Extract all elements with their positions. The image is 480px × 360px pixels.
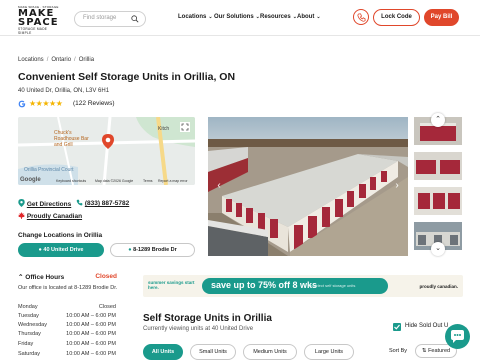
facility-photo-main[interactable]: ‹ ›	[208, 117, 408, 256]
chat-bubble-icon	[451, 330, 464, 343]
tab-small-units[interactable]: Small Units	[190, 344, 236, 360]
promo-deal-text: save up to 75% off 8 wks	[211, 280, 318, 290]
nav-locations[interactable]: Locations ⌄	[178, 14, 213, 20]
maple-leaf-icon	[18, 212, 25, 219]
promo-deal-subtext: on select self storage units	[308, 283, 356, 288]
map-terms[interactable]: Terms	[143, 179, 153, 183]
map-keyboard-shortcuts[interactable]: Keyboard shortcuts	[56, 179, 86, 183]
photo-thumbnail[interactable]	[414, 187, 462, 215]
proudly-canadian-label: Proudly Canadian	[26, 213, 83, 220]
nav-about[interactable]: About ⌄	[297, 14, 321, 20]
location-option-brodie-dr[interactable]: ● 8-1289 Brodie Dr	[110, 243, 195, 257]
chevron-down-icon: ⌄	[208, 14, 213, 20]
google-icon	[18, 100, 26, 108]
chat-button[interactable]	[445, 324, 470, 349]
office-hours-heading[interactable]: ⌃ Office Hours	[18, 273, 64, 281]
checkbox-checked-icon	[393, 323, 401, 331]
nav-resources[interactable]: Resources ⌄	[260, 14, 297, 20]
hours-day: Wednesday	[18, 322, 47, 328]
tab-all-units[interactable]: All Units	[143, 344, 183, 360]
proudly-canadian-link[interactable]: Proudly Canadian	[18, 212, 82, 220]
hours-day: Monday	[18, 304, 38, 310]
logo-tagline: STORAGE MADE SIMPLE	[18, 27, 48, 35]
map-pin-icon[interactable]	[102, 134, 114, 149]
sort-by-label: Sort By	[389, 348, 408, 354]
phone-icon	[357, 13, 366, 22]
pay-bill-button[interactable]: Pay Bill	[424, 9, 459, 26]
office-hours-title: Office Hours	[25, 274, 65, 281]
hours-time: Closed	[98, 304, 116, 310]
location-option-label: 40 United Drive	[43, 247, 84, 253]
phone-link[interactable]: (833) 887-5782	[76, 199, 129, 207]
site-header: MAKE SPACE · STORAGE MAKE SPACE STORAGE …	[0, 0, 480, 36]
lock-code-button[interactable]: Lock Code	[373, 9, 420, 26]
hours-time: 10:00 AM – 6:00 PM	[66, 351, 116, 357]
review-count[interactable]: (122 Reviews)	[73, 100, 115, 107]
phone-icon	[76, 199, 83, 206]
location-option-label: 8-1289 Brodie Dr	[133, 247, 177, 253]
tab-large-units[interactable]: Large Units	[304, 344, 354, 360]
status-badge: Closed	[95, 273, 117, 280]
nav-resources-label: Resources	[260, 14, 291, 20]
nav-our-solutions[interactable]: Our Solutions ⌄	[214, 14, 260, 20]
map-place-label: Chuck's Roadhouse Bar and Grill	[54, 130, 89, 148]
photo-next-arrow-icon[interactable]: ›	[390, 179, 404, 193]
logo-main-line2: SPACE	[18, 17, 59, 28]
facility-address: 40 United Dr, Orillia, ON, L3V 6H1	[18, 88, 110, 94]
thumbnail-up-arrow-icon[interactable]: ⌃	[431, 113, 445, 127]
map-data-credit: Map data ©2026 Google	[95, 179, 134, 183]
map-place-label: Kitch	[158, 126, 170, 132]
location-option-40-united-drive[interactable]: ● 40 United Drive	[18, 243, 104, 257]
get-directions-label: Get Directions	[26, 201, 72, 208]
photo-thumbnail[interactable]	[414, 152, 462, 180]
hours-day: Friday	[18, 341, 34, 347]
fullscreen-icon[interactable]	[180, 122, 190, 132]
breadcrumb: Locations / Ontario / Orillia	[18, 57, 95, 63]
photo-prev-arrow-icon[interactable]: ‹	[212, 179, 226, 193]
phone-button[interactable]	[353, 9, 369, 25]
units-section-subtitle: Currently viewing units at 40 United Dri…	[143, 326, 254, 332]
hours-time: 10:00 AM – 6:00 PM	[66, 322, 116, 328]
search-input[interactable]: Find storage	[74, 11, 146, 27]
search-placeholder: Find storage	[83, 15, 117, 21]
tab-medium-units[interactable]: Medium Units	[243, 344, 297, 360]
location-map[interactable]: Chuck's Roadhouse Bar and Grill Kitch Or…	[18, 117, 195, 185]
nav-locations-label: Locations	[178, 14, 207, 20]
promo-banner[interactable]: summer savings start here. save up to 75…	[143, 275, 463, 297]
phone-number: (833) 887-5782	[84, 200, 130, 207]
thumbnail-down-arrow-icon[interactable]: ⌄	[431, 242, 445, 256]
hours-time: 10:00 AM – 6:00 PM	[66, 331, 116, 337]
hide-sold-out-label: Hide Sold Out U	[405, 323, 449, 329]
hours-day: Tuesday	[18, 313, 39, 319]
search-icon[interactable]	[131, 15, 139, 23]
nav-about-label: About	[297, 14, 315, 20]
chevron-down-icon: ⌄	[316, 14, 321, 20]
location-pin-icon	[18, 199, 25, 207]
get-directions-link[interactable]: Get Directions	[18, 199, 71, 208]
breadcrumb-orillia: Orillia	[78, 57, 95, 63]
breadcrumb-locations[interactable]: Locations	[18, 57, 44, 63]
google-map-logo: Google	[20, 177, 41, 183]
hours-day: Saturday	[18, 351, 41, 357]
hours-time: 10:00 AM – 6:00 PM	[66, 341, 116, 347]
logo[interactable]: MAKE SPACE · STORAGE MAKE SPACE STORAGE …	[18, 5, 60, 35]
hours-time: 10:00 AM – 6:00 PM	[66, 313, 116, 319]
promo-proudly-canadian: proudly canadian.	[419, 284, 458, 289]
map-report-error[interactable]: Report a map error	[158, 179, 188, 183]
breadcrumb-ontario[interactable]: Ontario	[51, 57, 71, 63]
office-hours-card: ⌃ Office Hours Closed Our office is loca…	[18, 269, 120, 360]
nav-solutions-label: Our Solutions	[214, 14, 254, 20]
hours-day: Thursday	[18, 331, 41, 337]
change-location-heading: Change Locations in Orillia	[18, 232, 103, 239]
page-title: Convenient Self Storage Units in Orillia…	[18, 71, 236, 83]
facility-photo-image	[208, 117, 408, 256]
star-rating-icons: ★★★★★	[29, 99, 63, 108]
promo-deal-pill[interactable]: save up to 75% off 8 wks on select self …	[202, 278, 388, 294]
map-place-label: Orillia Provincial Court	[24, 167, 74, 173]
units-section-title: Self Storage Units in Orillia	[143, 313, 272, 324]
office-location-note: Our office is located at 8-1289 Brodie D…	[18, 285, 118, 291]
promo-summer-text: summer savings start here.	[148, 280, 195, 290]
